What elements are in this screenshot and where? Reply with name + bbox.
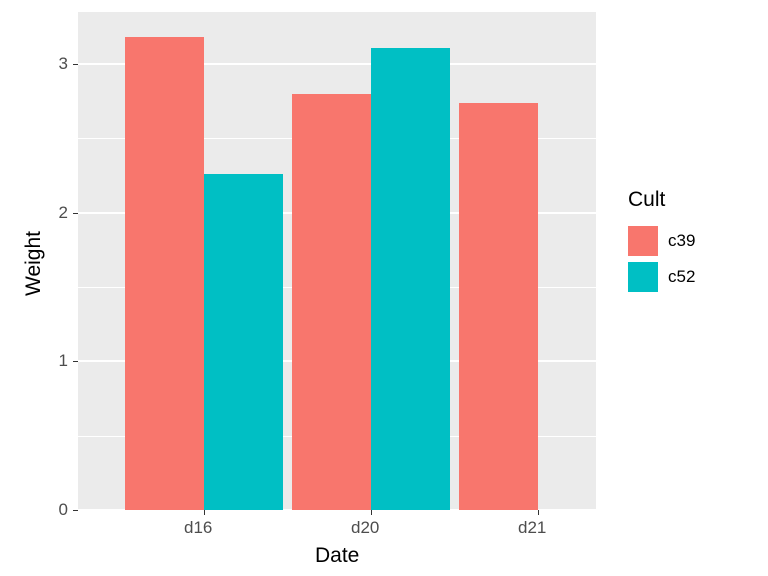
legend-item-c52: c52 [628, 262, 695, 292]
y-tick [73, 510, 78, 511]
x-tick-label: d20 [351, 518, 379, 538]
bar-c39-d16 [125, 37, 204, 510]
bar-c39-d21 [459, 103, 538, 510]
x-tick-label: d16 [184, 518, 212, 538]
legend-key-c39 [628, 226, 658, 256]
x-tick [204, 510, 205, 515]
legend-key-c52 [628, 262, 658, 292]
plot-panel [78, 12, 596, 510]
bar-c52-d20 [371, 48, 450, 510]
legend-label: c39 [668, 231, 695, 251]
y-tick [73, 361, 78, 362]
y-tick-label: 2 [59, 203, 68, 223]
y-tick-label: 0 [59, 500, 68, 520]
legend-title: Cult [628, 188, 695, 212]
x-tick [538, 510, 539, 515]
legend-item-c39: c39 [628, 226, 695, 256]
x-axis-title: Date [315, 544, 359, 568]
y-tick [73, 64, 78, 65]
y-tick [73, 213, 78, 214]
y-axis-title: Weight [22, 231, 46, 296]
bar-c39-d20 [292, 94, 371, 510]
x-tick-label: d21 [518, 518, 546, 538]
y-tick-label: 1 [59, 351, 68, 371]
y-tick-label: 3 [59, 54, 68, 74]
x-tick [371, 510, 372, 515]
legend-label: c52 [668, 267, 695, 287]
bar-c52-d16 [204, 174, 283, 510]
legend: Cult c39 c52 [628, 188, 695, 298]
chart-figure: 0 1 2 3 d16 d20 d21 Weight Date Cult c39 c52 [0, 0, 768, 576]
